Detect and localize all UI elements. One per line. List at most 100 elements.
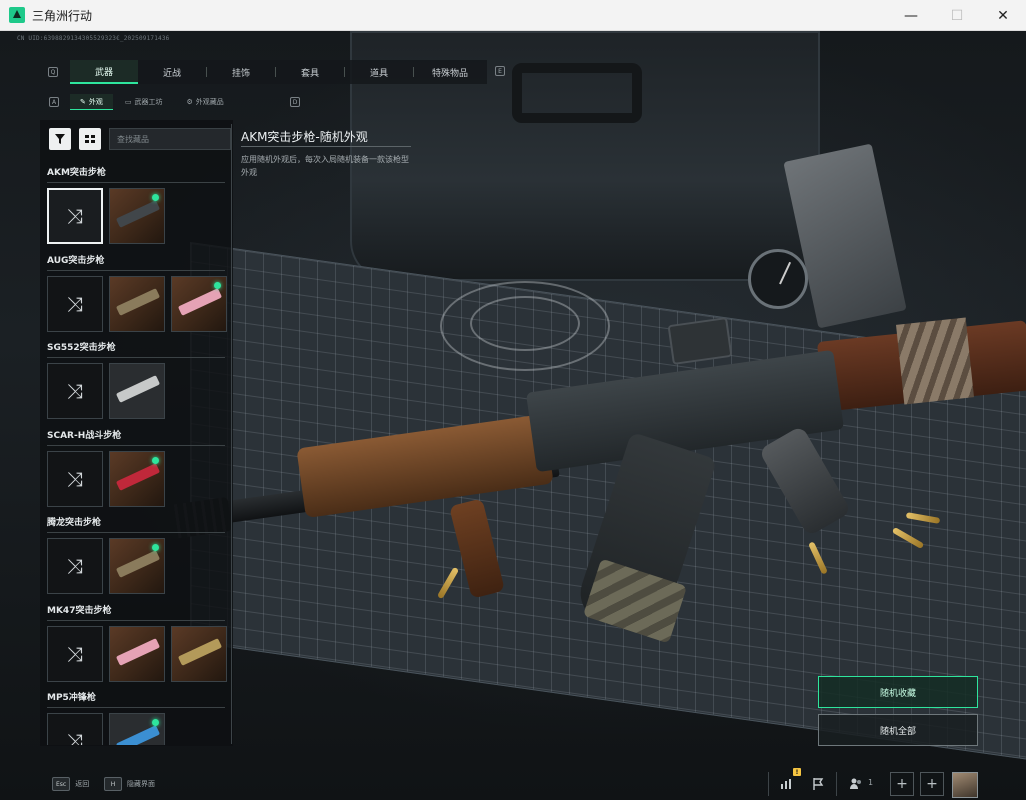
avatar[interactable] <box>952 772 978 798</box>
weapon-name: 腾龙突击步枪 <box>47 518 102 528</box>
tab-items[interactable]: 道具 <box>345 60 413 84</box>
random-skin-tile[interactable]: ⤨ <box>47 538 103 594</box>
tab-weapons[interactable]: 武器 <box>70 60 138 84</box>
search-input-wrap <box>109 128 231 150</box>
skin-tile[interactable] <box>109 188 165 244</box>
title-bar: 三角洲行动 — ☐ ✕ <box>0 0 1026 31</box>
sub-tabs: ✎ 外观 ▭ 武器工坊 ⚙ 外观藏品 <box>70 94 236 110</box>
skin-tile[interactable] <box>171 626 227 682</box>
equipped-dot <box>152 194 159 201</box>
skin-tiles: ⤨ <box>47 276 227 332</box>
maximize-button[interactable]: ☐ <box>934 0 980 31</box>
bar-chart-icon <box>781 779 791 789</box>
weapon-group-sg552: SG552突击步枪 ⤨ <box>47 341 227 419</box>
rifle-thumbnail <box>177 638 223 666</box>
case-handle <box>512 63 642 123</box>
skin-tile[interactable] <box>171 276 227 332</box>
skin-tile[interactable] <box>109 626 165 682</box>
collection-icon: ⚙ <box>186 98 193 106</box>
flag-button[interactable] <box>806 772 830 796</box>
tab-charms[interactable]: 挂饰 <box>207 60 275 84</box>
app-logo-icon <box>9 7 25 23</box>
shuffle-icon: ⤨ <box>67 554 83 578</box>
random-skin-tile[interactable]: ⤨ <box>47 451 103 507</box>
gauge-needle <box>779 261 792 285</box>
h-keycap: H <box>104 777 122 791</box>
random-skin-tile[interactable]: ⤨ <box>47 363 103 419</box>
game-window: 三角洲行动 — ☐ ✕ CN UID:6398829134305529323€_… <box>0 0 1026 800</box>
shuffle-icon: ⤨ <box>67 642 83 666</box>
weapon-group-mk47: MK47突击步枪 ⤨ <box>47 604 227 682</box>
rifle-thumbnail <box>115 550 161 578</box>
friends-icon <box>850 778 861 789</box>
minimize-button[interactable]: — <box>888 0 934 31</box>
group-divider <box>47 532 225 533</box>
title-divider <box>241 146 411 147</box>
rifle-thumbnail <box>115 288 161 316</box>
friends-count: 1 <box>868 778 874 787</box>
hide-ui-hint[interactable]: H 隐藏界面 <box>104 776 155 792</box>
search-input[interactable] <box>117 134 230 144</box>
equipped-dot <box>152 544 159 551</box>
group-divider <box>47 357 225 358</box>
back-hint[interactable]: Esc 返回 <box>52 776 89 792</box>
equipped-dot <box>152 457 159 464</box>
subtab-prev-key[interactable]: A <box>49 97 59 107</box>
subtab-next-key[interactable]: D <box>290 97 300 107</box>
add-slot-button[interactable]: + <box>920 772 944 796</box>
window-title: 三角洲行动 <box>32 8 93 23</box>
filter-icon <box>55 134 65 144</box>
group-divider <box>47 707 225 708</box>
bottom-divider <box>836 772 837 796</box>
add-slot-button[interactable]: + <box>890 772 914 796</box>
tab-prev-key[interactable]: Q <box>48 67 58 77</box>
skin-tile[interactable] <box>109 451 165 507</box>
subtab-appearance[interactable]: ✎ 外观 <box>70 94 113 110</box>
weapon-name: SG552突击步枪 <box>47 343 116 353</box>
skin-tiles: ⤨ <box>47 713 227 745</box>
skin-tile[interactable] <box>109 276 165 332</box>
bottom-divider <box>768 772 769 796</box>
skin-tiles: ⤨ <box>47 626 227 682</box>
equipped-dot <box>152 719 159 726</box>
tab-melee[interactable]: 近战 <box>138 60 206 84</box>
skin-tile[interactable] <box>109 538 165 594</box>
hide-ui-label: 隐藏界面 <box>127 780 155 788</box>
skin-tiles: ⤨ <box>47 538 227 594</box>
group-divider <box>47 182 225 183</box>
weapon-group-akm: AKM突击步枪 ⤨ <box>47 166 227 244</box>
back-label: 返回 <box>75 780 90 788</box>
random-skin-tile[interactable]: ⤨ <box>47 276 103 332</box>
shuffle-icon: ⤨ <box>67 729 83 745</box>
tab-next-key[interactable]: E <box>495 66 505 76</box>
tab-gear[interactable]: 套具 <box>276 60 344 84</box>
subtab-label: 外观藏品 <box>195 98 224 106</box>
rifle-thumbnail <box>115 638 161 666</box>
weapon-group-tenglong: 腾龙突击步枪 ⤨ <box>47 516 227 594</box>
metal-bracket <box>783 143 907 329</box>
rifle-thumbnail <box>115 375 161 403</box>
random-skin-tile[interactable]: ⤨ <box>47 188 103 244</box>
subtab-workshop[interactable]: ▭ 武器工坊 <box>113 94 175 110</box>
tab-special-items[interactable]: 特殊物品 <box>414 60 486 84</box>
sidebar-scrollbar[interactable] <box>231 124 232 744</box>
random-collection-button[interactable]: 随机收藏 <box>818 676 978 708</box>
notification-badge: ! <box>793 768 801 776</box>
filter-button[interactable] <box>49 128 71 150</box>
rifle-thumbnail <box>177 288 223 316</box>
grid-view-button[interactable] <box>79 128 101 150</box>
random-skin-tile[interactable]: ⤨ <box>47 626 103 682</box>
subtab-collection[interactable]: ⚙ 外观藏品 <box>175 94 236 110</box>
akm-rifle-preview[interactable] <box>160 311 1026 651</box>
friends-button[interactable] <box>844 772 868 796</box>
group-divider <box>47 620 225 621</box>
skin-tile[interactable] <box>109 713 165 745</box>
close-button[interactable]: ✕ <box>980 0 1026 31</box>
random-all-button[interactable]: 随机全部 <box>818 714 978 746</box>
skin-tiles: ⤨ <box>47 188 227 244</box>
weapon-group-mp5: MP5冲锋枪 ⤨ <box>47 691 227 745</box>
weapon-name: MK47突击步枪 <box>47 606 112 616</box>
selected-item-description: 应用随机外观后，每次入局随机装备一款该枪型外观 <box>241 155 409 177</box>
random-skin-tile[interactable]: ⤨ <box>47 713 103 745</box>
skin-tile[interactable] <box>109 363 165 419</box>
